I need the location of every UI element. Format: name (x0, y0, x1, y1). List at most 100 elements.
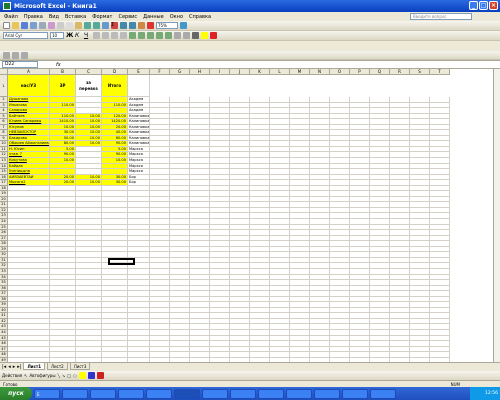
currency-icon[interactable] (129, 32, 136, 39)
decrease-decimal-icon[interactable] (165, 32, 172, 39)
align-right-icon[interactable] (111, 32, 118, 39)
taskbar-item[interactable] (286, 388, 312, 399)
header-cell-d[interactable]: Итого (102, 75, 128, 97)
menu-edit[interactable]: Правка (24, 14, 43, 20)
first-sheet-icon[interactable]: |◂ (2, 364, 6, 370)
chart-wizard-icon[interactable] (138, 22, 145, 29)
rectangle-icon[interactable]: □ (67, 373, 71, 378)
new-icon[interactable] (3, 22, 10, 29)
merge-center-icon[interactable] (120, 32, 127, 39)
bold-icon[interactable]: Ж (66, 32, 73, 39)
taskbar-item[interactable] (118, 388, 144, 399)
autosum-icon[interactable]: Σ (111, 22, 118, 29)
open-icon[interactable] (12, 22, 19, 29)
worksheet-grid[interactable]: A B C D E F G H I J K L M N O P Q R S T … (0, 69, 493, 362)
arrow-icon[interactable]: ↘ (62, 373, 65, 378)
menu-help[interactable]: Справка (189, 14, 211, 20)
row-header[interactable]: 1 (0, 75, 8, 97)
cut-icon[interactable] (57, 22, 64, 29)
select-objects-icon[interactable]: ↖ (24, 373, 27, 378)
align-left-icon[interactable] (93, 32, 100, 39)
header-cell-b[interactable]: ЗР (50, 75, 76, 97)
prev-sheet-icon[interactable]: ◂ (8, 364, 11, 370)
comma-icon[interactable] (147, 32, 154, 39)
status-bar: Готово NUM (0, 380, 500, 387)
font-size-select[interactable]: 10 (50, 32, 64, 39)
cell[interactable] (128, 75, 150, 97)
zoom-select[interactable]: 75% (156, 22, 178, 29)
maximize-button[interactable]: □ (479, 1, 488, 10)
save-icon[interactable] (21, 22, 28, 29)
autoshapes-menu[interactable]: Автофигуры (29, 373, 55, 378)
close-button[interactable]: × (489, 1, 498, 10)
review-icon[interactable] (3, 51, 10, 59)
fill-color-icon[interactable] (78, 372, 86, 379)
minimize-button[interactable]: _ (469, 1, 478, 10)
start-button[interactable]: пуск (0, 387, 32, 400)
line-icon[interactable]: ╲ (58, 373, 60, 378)
align-center-icon[interactable] (102, 32, 109, 39)
percent-icon[interactable] (138, 32, 145, 39)
taskbar-item[interactable] (370, 388, 396, 399)
undo-icon[interactable] (84, 22, 91, 29)
drawing-icon[interactable] (147, 22, 154, 29)
last-sheet-icon[interactable]: ▸| (17, 364, 21, 370)
taskbar-item[interactable] (314, 388, 340, 399)
sheet-tab-2[interactable]: Лист2 (47, 363, 68, 370)
redo-icon[interactable] (93, 22, 100, 29)
name-box[interactable]: D22 (2, 61, 38, 68)
preview-icon[interactable] (39, 22, 46, 29)
font-color-icon[interactable] (210, 32, 217, 39)
taskbar-item[interactable] (146, 388, 172, 399)
menu-format[interactable]: Формат (92, 14, 112, 20)
taskbar-item[interactable] (90, 388, 116, 399)
cell-area[interactable]: нас/УЗ ЗР за перевоз Итого Душанова Акаде… (8, 75, 450, 362)
spelling-icon[interactable] (48, 22, 55, 29)
review-icon[interactable] (12, 51, 19, 59)
next-sheet-icon[interactable]: ▸ (13, 364, 16, 370)
copy-icon[interactable] (66, 22, 73, 29)
review-icon[interactable] (21, 51, 28, 59)
print-icon[interactable] (30, 22, 37, 29)
hyperlink-icon[interactable] (102, 22, 109, 29)
menu-tools[interactable]: Сервис (118, 14, 137, 20)
draw-actions-menu[interactable]: Действия (2, 373, 22, 378)
taskbar-item[interactable] (62, 388, 88, 399)
sort-desc-icon[interactable] (129, 22, 136, 29)
taskbar-item[interactable] (230, 388, 256, 399)
vertical-scrollbar[interactable] (493, 69, 500, 362)
menu-window[interactable]: Окно (170, 14, 183, 20)
taskbar-item[interactable] (202, 388, 228, 399)
selected-cell[interactable] (108, 258, 135, 265)
sheet-tab-bar: |◂ ◂ ▸ ▸| Лист1 Лист2 Лист3 (0, 362, 500, 370)
fill-color-icon[interactable] (201, 32, 208, 39)
menu-view[interactable]: Вид (49, 14, 59, 20)
taskbar-item-excel[interactable] (174, 388, 200, 399)
font-name-select[interactable]: Arial Cyr (3, 32, 48, 39)
sheet-tab-1[interactable]: Лист1 (23, 363, 46, 370)
borders-icon[interactable] (192, 32, 199, 39)
taskbar-item[interactable] (258, 388, 284, 399)
increase-decimal-icon[interactable] (156, 32, 163, 39)
help-search-input[interactable]: Введите вопрос (410, 13, 472, 20)
taskbar-item[interactable]: E (34, 388, 60, 399)
underline-icon[interactable]: Ч (84, 32, 91, 39)
drawing-toolbar: Действия ↖ Автофигуры ╲ ↘ □ ○ (0, 371, 500, 380)
sheet-tab-3[interactable]: Лист3 (69, 363, 91, 370)
header-cell-c[interactable]: за перевоз (76, 75, 102, 97)
help-icon[interactable] (180, 22, 187, 29)
increase-indent-icon[interactable] (183, 32, 190, 39)
paste-icon[interactable] (75, 22, 82, 29)
menu-insert[interactable]: Вставка (65, 14, 86, 20)
taskbar-item[interactable] (342, 388, 368, 399)
insert-function-icon[interactable]: fx (56, 62, 61, 68)
oval-icon[interactable]: ○ (73, 373, 77, 378)
font-color-icon[interactable] (96, 372, 104, 379)
menu-data[interactable]: Данные (143, 14, 164, 20)
decrease-indent-icon[interactable] (174, 32, 181, 39)
sort-asc-icon[interactable] (120, 22, 127, 29)
line-color-icon[interactable] (87, 372, 95, 379)
menu-file[interactable]: Файл (4, 14, 18, 20)
header-cell-a[interactable]: нас/УЗ (8, 75, 50, 97)
italic-icon[interactable]: К (75, 32, 82, 39)
